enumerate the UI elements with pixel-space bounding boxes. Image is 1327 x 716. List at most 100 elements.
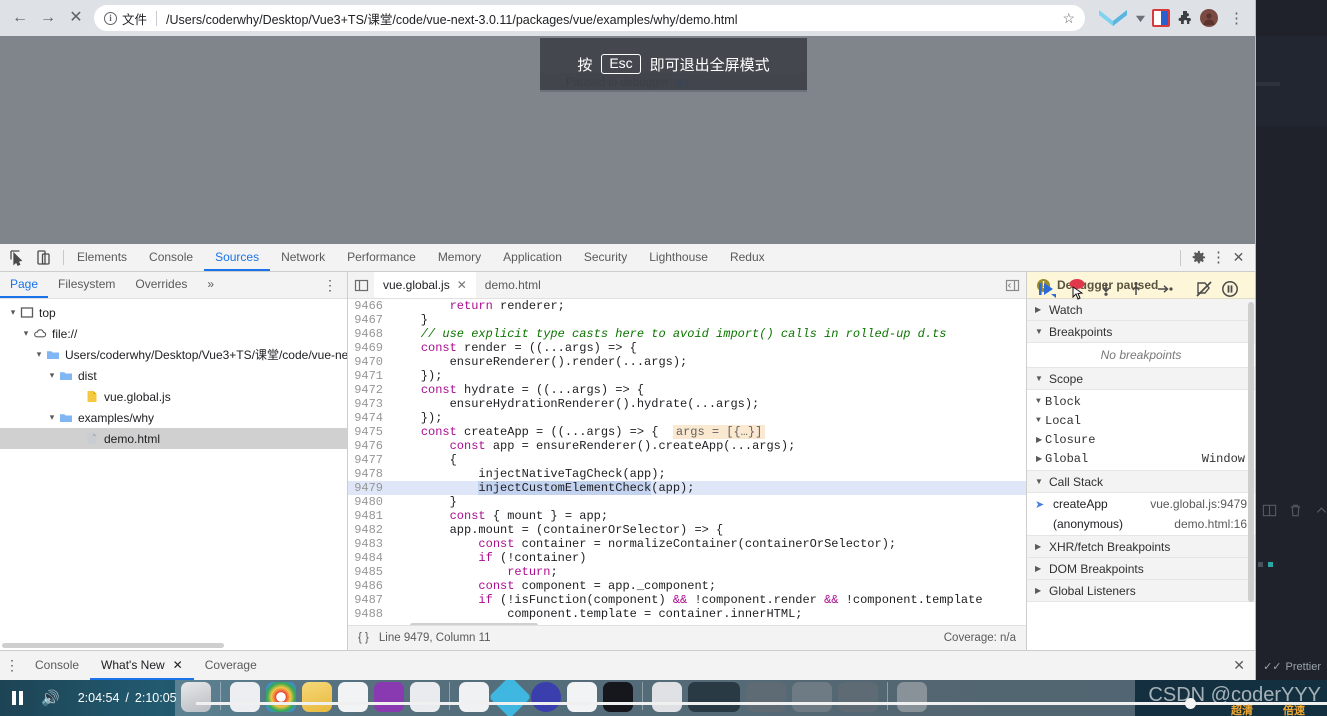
- tab-memory[interactable]: Memory: [427, 244, 492, 271]
- navigator-horizontal-scrollbar[interactable]: [0, 641, 347, 650]
- chevron-right-icon[interactable]: ▶: [1036, 435, 1045, 445]
- back-button[interactable]: ←: [6, 4, 34, 32]
- tab-security[interactable]: Security: [573, 244, 638, 271]
- address-bar[interactable]: i 文件 /Users/coderwhy/Desktop/Vue3+TS/课堂/…: [94, 5, 1085, 31]
- twisty-icon[interactable]: ▾: [45, 370, 59, 381]
- step-icon[interactable]: [1156, 281, 1174, 297]
- tab-application[interactable]: Application: [492, 244, 573, 271]
- bottom-strip: 🔊 2:04:54 / 2:10:05 CSDN @coderYYY 超清 倍速: [0, 680, 1327, 716]
- section-xhr-fetch-breakpoints[interactable]: ▶ XHR/fetch Breakpoints: [1027, 536, 1255, 558]
- scrollbar-thumb[interactable]: [2, 643, 224, 648]
- scope-item-block[interactable]: ▼ Block: [1027, 392, 1255, 411]
- tab-sources[interactable]: Sources: [204, 244, 271, 271]
- scrollbar-thumb[interactable]: [410, 623, 538, 625]
- collapse-navigator-button[interactable]: [348, 272, 374, 298]
- resume-script-icon[interactable]: [1038, 280, 1058, 298]
- quality-label[interactable]: 超清: [1231, 702, 1253, 716]
- show-debugger-sidebar-icon[interactable]: [1005, 278, 1020, 293]
- section-watch[interactable]: ▶ Watch: [1027, 299, 1255, 321]
- tree-item-top[interactable]: ▾ top: [0, 302, 347, 323]
- drawer-menu-icon[interactable]: ⋮: [0, 651, 24, 680]
- extensions-puzzle-icon[interactable]: [1176, 9, 1194, 27]
- chevron-down-icon[interactable]: ▼: [1036, 416, 1045, 425]
- editor-status-bar: { } Line 9479, Column 11 Coverage: n/a: [348, 625, 1026, 650]
- scope-item-local[interactable]: ▼ Local: [1027, 411, 1255, 430]
- profile-avatar-icon[interactable]: [1200, 9, 1218, 27]
- stop-button[interactable]: ✕: [62, 4, 90, 32]
- twisty-icon[interactable]: ▾: [19, 328, 33, 339]
- tree-item-file-scheme[interactable]: ▾ file://: [0, 323, 347, 344]
- navigator-menu-icon[interactable]: ⋮: [313, 272, 347, 298]
- format-source-icon[interactable]: { }: [358, 632, 369, 644]
- gear-icon[interactable]: [1190, 249, 1207, 266]
- close-icon[interactable]: ✕: [173, 658, 183, 672]
- translate-extension-icon[interactable]: [1152, 9, 1170, 27]
- device-toolbar-icon[interactable]: [35, 249, 52, 266]
- call-stack-frame-createapp[interactable]: ➤ createApp vue.global.js:9479: [1027, 494, 1255, 514]
- chevron-right-icon[interactable]: ▶: [1036, 454, 1045, 464]
- editor-tabbar-right: [1005, 272, 1026, 298]
- step-out-icon[interactable]: [1128, 281, 1144, 297]
- tab-network[interactable]: Network: [270, 244, 336, 271]
- code-line: 9480 }: [348, 495, 1026, 509]
- code-horizontal-scrollbar[interactable]: [348, 621, 1026, 625]
- twisty-icon[interactable]: ▾: [6, 307, 20, 318]
- sidebar-scrollbar[interactable]: [1248, 302, 1254, 602]
- volume-icon[interactable]: 🔊: [41, 689, 60, 707]
- frame-location: demo.html:16: [1174, 517, 1247, 531]
- tree-item-demo-html[interactable]: demo.html: [0, 428, 347, 449]
- tree-item-vue-global-js[interactable]: vue.global.js: [0, 386, 347, 407]
- tab-console[interactable]: Console: [138, 244, 204, 271]
- deactivate-breakpoints-icon[interactable]: [1195, 280, 1213, 298]
- tree-item-domain-path[interactable]: ▾ Users/coderwhy/Desktop/Vue3+TS/课堂/code…: [0, 344, 347, 365]
- twisty-icon[interactable]: ▾: [45, 412, 59, 423]
- section-call-stack[interactable]: ▼ Call Stack: [1027, 471, 1255, 493]
- editor-tab-vue-global-js[interactable]: vue.global.js ✕: [374, 272, 476, 298]
- no-breakpoints-message: No breakpoints: [1027, 343, 1255, 368]
- drawer-tab-coverage[interactable]: Coverage: [194, 651, 268, 680]
- code-view[interactable]: 9466 return renderer; 9467 } 9468 // use…: [348, 299, 1026, 625]
- section-breakpoints[interactable]: ▼ Breakpoints: [1027, 321, 1255, 343]
- drawer-close-icon[interactable]: ✕: [1233, 651, 1255, 680]
- tree-item-dist[interactable]: ▾ dist: [0, 365, 347, 386]
- tab-lighthouse[interactable]: Lighthouse: [638, 244, 719, 271]
- scope-list: ▼ Block ▼ Local ▶ Closure ▶ Global Windo…: [1027, 390, 1255, 471]
- step-into-icon[interactable]: [1098, 281, 1114, 297]
- devtools-more-icon[interactable]: ⋮: [1210, 249, 1227, 266]
- line-number: 9483: [348, 537, 392, 551]
- speed-label[interactable]: 倍速: [1283, 702, 1305, 716]
- call-stack-frame-anonymous[interactable]: (anonymous) demo.html:16: [1027, 514, 1255, 534]
- chrome-menu-icon[interactable]: ⋮: [1224, 9, 1249, 27]
- nav-tab-page[interactable]: Page: [0, 272, 49, 298]
- drawer-tab-whats-new[interactable]: What's New ✕: [90, 651, 194, 680]
- section-global-listeners[interactable]: ▶ Global Listeners: [1027, 580, 1255, 602]
- frame-name: (anonymous): [1053, 517, 1124, 531]
- pause-button[interactable]: [12, 691, 23, 705]
- nav-tab-filesystem[interactable]: Filesystem: [48, 272, 125, 298]
- inspect-element-icon[interactable]: [9, 249, 26, 266]
- prettier-status-item[interactable]: ✓✓ Prettier: [1263, 660, 1321, 674]
- bookmark-star-icon[interactable]: ☆: [1062, 10, 1075, 27]
- close-icon[interactable]: ✕: [457, 278, 467, 292]
- tab-performance[interactable]: Performance: [336, 244, 427, 271]
- forward-button[interactable]: →: [34, 4, 62, 32]
- dropdown-arrow-icon[interactable]: [1135, 13, 1146, 24]
- site-info-group[interactable]: i 文件: [104, 9, 147, 28]
- nav-tab-overrides[interactable]: Overrides: [125, 272, 197, 298]
- section-dom-breakpoints[interactable]: ▶ DOM Breakpoints: [1027, 558, 1255, 580]
- pause-on-exceptions-icon[interactable]: [1221, 280, 1239, 298]
- tab-redux[interactable]: Redux: [719, 244, 776, 271]
- section-scope[interactable]: ▼ Scope: [1027, 368, 1255, 390]
- chevron-down-icon[interactable]: ▼: [1036, 397, 1045, 406]
- drawer-tab-console[interactable]: Console: [24, 651, 90, 680]
- nav-tab-more[interactable]: »: [197, 272, 224, 298]
- close-icon[interactable]: ✕: [1230, 249, 1247, 266]
- scope-item-closure[interactable]: ▶ Closure: [1027, 430, 1255, 449]
- scope-item-global[interactable]: ▶ Global Window: [1027, 449, 1255, 468]
- step-over-cursor-icon[interactable]: [1066, 278, 1088, 300]
- tab-elements[interactable]: Elements: [66, 244, 138, 271]
- extension-logo-icon[interactable]: [1097, 7, 1129, 29]
- twisty-icon[interactable]: ▾: [32, 349, 46, 360]
- tree-item-examples-why[interactable]: ▾ examples/why: [0, 407, 347, 428]
- editor-tab-demo-html[interactable]: demo.html: [475, 272, 550, 298]
